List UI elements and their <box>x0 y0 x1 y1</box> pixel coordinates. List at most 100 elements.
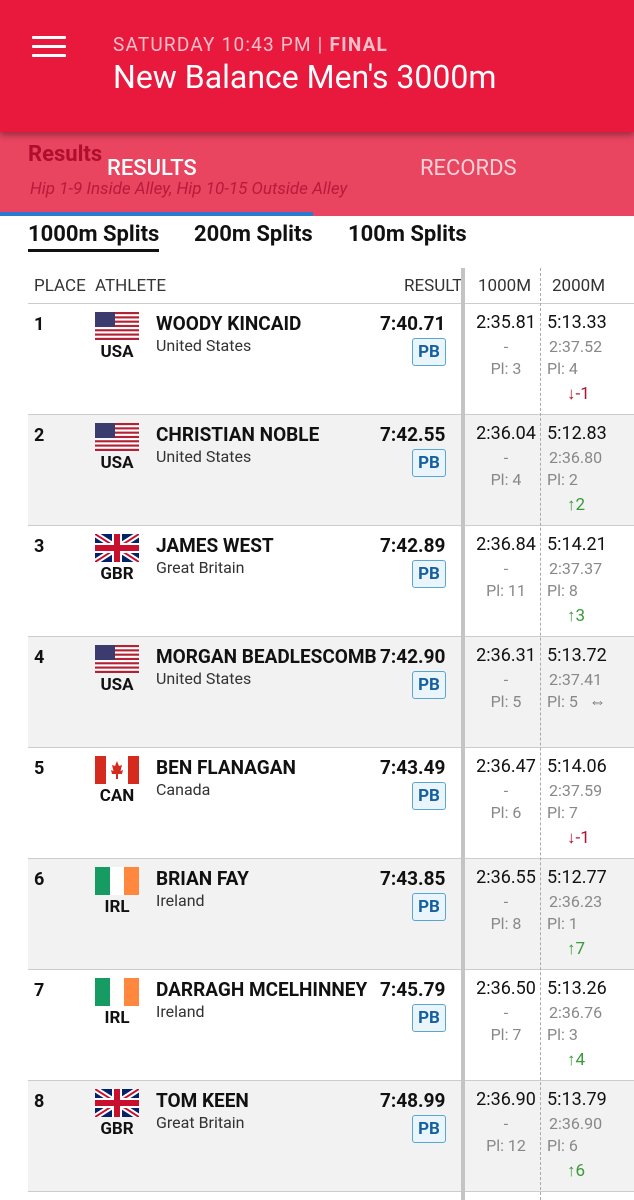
position-change: ↑2 <box>567 495 586 515</box>
split-divider <box>540 268 541 1200</box>
split-1000m-time: 2:36.55 <box>476 867 536 888</box>
pb-badge: PB <box>412 1115 446 1143</box>
table-row[interactable]: 1 USA WOODY KINCAID United States 7:40.7… <box>28 304 634 415</box>
tab-results[interactable]: RESULTS <box>107 156 197 181</box>
split-1000m-place: Pl: 12 <box>486 1136 526 1155</box>
event-time-status: SATURDAY 10:43 PM | FINAL <box>113 33 388 56</box>
split-2000m-time: 5:13.33 <box>547 312 607 333</box>
split-tab-200m[interactable]: 200m Splits <box>194 222 313 247</box>
athlete-country: Canada <box>156 780 211 799</box>
split-2000m-time: 5:12.77 <box>547 867 607 888</box>
split-1000m-time: 2:36.04 <box>476 423 536 444</box>
column-divider <box>461 268 465 1200</box>
athlete-place: 6 <box>34 869 45 890</box>
country-code: CAN <box>99 786 135 806</box>
table-row[interactable]: 4 USA MORGAN BEADLESCOMB United States 7… <box>28 637 634 748</box>
table-row[interactable]: 3 GBR JAMES WEST Great Britain 7:42.89 P… <box>28 526 634 637</box>
country-code: IRL <box>104 897 130 917</box>
athlete-name[interactable]: JAMES WEST <box>156 534 274 557</box>
pb-badge: PB <box>412 671 446 699</box>
flag-icon <box>95 1089 139 1117</box>
table-row[interactable]: 2 USA CHRISTIAN NOBLE United States 7:42… <box>28 415 634 526</box>
athlete-name[interactable]: MORGAN BEADLESCOMB <box>156 645 377 668</box>
position-change: ⇔ <box>589 692 606 712</box>
split-2000m-diff: 2:37.59 <box>549 781 603 800</box>
column-athlete: ATHLETE <box>95 276 167 296</box>
pb-badge: PB <box>412 449 446 477</box>
pb-badge: PB <box>412 338 446 366</box>
event-day-time: SATURDAY 10:43 PM | <box>113 33 330 56</box>
split-2000m-place: Pl: 4 <box>547 359 578 378</box>
table-row[interactable]: 7 IRL DARRAGH MCELHINNEY Ireland 7:45.79… <box>28 970 634 1081</box>
column-place: PLACE <box>34 276 86 296</box>
table-row[interactable]: 8 GBR TOM KEEN Great Britain 7:48.99 PB … <box>28 1081 634 1192</box>
split-1000m-diff: - <box>503 670 509 689</box>
split-2000m-time: 5:13.79 <box>547 1089 607 1110</box>
athlete-result: 7:40.71 <box>380 312 446 335</box>
flag-icon <box>95 978 139 1006</box>
athlete-name[interactable]: TOM KEEN <box>156 1089 249 1112</box>
split-tab-100m[interactable]: 100m Splits <box>348 222 467 247</box>
split-1000m-place: Pl: 6 <box>490 803 522 822</box>
split-2000m-diff: 2:37.52 <box>549 337 603 356</box>
position-change: ↓-1 <box>567 828 590 848</box>
split-1000m-place: Pl: 11 <box>486 581 526 600</box>
menu-icon[interactable] <box>32 34 66 60</box>
split-tab-1000m[interactable]: 1000m Splits <box>28 222 160 252</box>
flag-icon <box>95 867 139 895</box>
column-1000m: 1000M <box>478 276 532 296</box>
split-2000m-place: Pl: 2 <box>547 470 578 489</box>
split-tabs: 1000m Splits 200m Splits 100m Splits <box>0 216 634 264</box>
split-2000m-diff: 2:37.41 <box>549 670 603 689</box>
split-1000m-time: 2:36.90 <box>476 1089 536 1110</box>
country-code: USA <box>100 675 134 695</box>
event-status: FINAL <box>329 33 389 56</box>
split-2000m-place: Pl: 8 <box>547 581 578 600</box>
tab-active-indicator <box>0 212 313 216</box>
table-row[interactable]: 5 CAN BEN FLANAGAN Canada 7:43.49 PB 2:3… <box>28 748 634 859</box>
split-1000m-place: Pl: 4 <box>490 470 522 489</box>
athlete-result: 7:42.55 <box>380 423 446 446</box>
split-1000m-diff: - <box>503 559 509 578</box>
athlete-name[interactable]: CHRISTIAN NOBLE <box>156 423 319 446</box>
split-2000m-diff: 2:37.37 <box>549 559 603 578</box>
split-1000m-diff: - <box>503 337 509 356</box>
tab-records[interactable]: RECORDS <box>420 156 517 181</box>
athlete-place: 1 <box>34 314 45 335</box>
split-2000m-time: 5:14.06 <box>547 756 607 777</box>
split-2000m-place: Pl: 5 <box>547 692 578 711</box>
section-heading: Results <box>28 142 103 167</box>
split-2000m-diff: 2:36.76 <box>549 1003 603 1022</box>
split-2000m-time: 5:14.21 <box>547 534 607 555</box>
position-change: ↑3 <box>567 606 586 626</box>
split-1000m-time: 2:36.31 <box>476 645 536 666</box>
split-1000m-diff: - <box>503 892 509 911</box>
athlete-name[interactable]: WOODY KINCAID <box>156 312 301 335</box>
pb-badge: PB <box>412 893 446 921</box>
athlete-country: Ireland <box>156 891 205 910</box>
pb-badge: PB <box>412 782 446 810</box>
athlete-place: 4 <box>34 647 45 668</box>
athlete-name[interactable]: BRIAN FAY <box>156 867 249 890</box>
split-2000m-time: 5:12.83 <box>547 423 607 444</box>
split-2000m-time: 5:13.26 <box>547 978 607 999</box>
split-2000m-place: Pl: 7 <box>547 803 578 822</box>
athlete-place: 2 <box>34 425 45 446</box>
results-table-header: PLACE ATHLETE RESULT 1000M 2000M <box>28 268 634 304</box>
app-screen: SATURDAY 10:43 PM | FINAL New Balance Me… <box>0 0 634 1200</box>
country-code: GBR <box>100 564 134 584</box>
split-1000m-place: Pl: 3 <box>490 359 522 378</box>
position-change: ↑4 <box>567 1050 586 1070</box>
split-1000m-diff: - <box>503 1003 509 1022</box>
split-1000m-time: 2:35.81 <box>476 312 536 333</box>
table-row[interactable]: 6 IRL BRIAN FAY Ireland 7:43.85 PB 2:36.… <box>28 859 634 970</box>
athlete-name[interactable]: BEN FLANAGAN <box>156 756 296 779</box>
athlete-country: United States <box>156 669 252 688</box>
athlete-place: 3 <box>34 536 45 557</box>
athlete-place: 7 <box>34 980 45 1001</box>
split-2000m-place: Pl: 1 <box>547 914 578 933</box>
column-2000m: 2000M <box>552 276 606 296</box>
athlete-name[interactable]: DARRAGH MCELHINNEY <box>156 978 367 1001</box>
split-1000m-time: 2:36.50 <box>476 978 536 999</box>
column-result: RESULT <box>404 276 463 296</box>
